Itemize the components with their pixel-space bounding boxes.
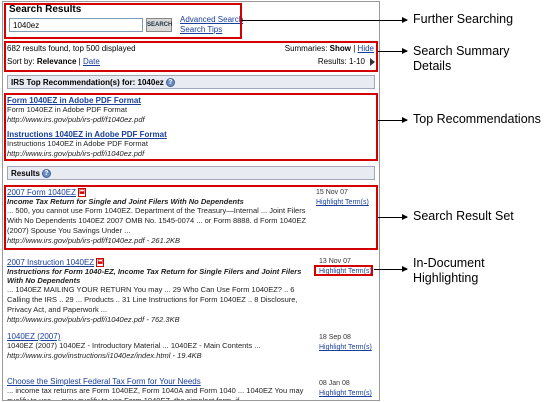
callout-arrow bbox=[374, 266, 408, 272]
result-item-2: 2007 Instruction 1040EZ ⬓ Instructions fo… bbox=[7, 258, 313, 324]
callout-arrow bbox=[378, 48, 408, 54]
search-results-screenshot: Search Results SEARCH Advanced Search Se… bbox=[2, 1, 380, 401]
result-subtitle: Instructions for Form 1040-EZ, Income Ta… bbox=[7, 267, 302, 285]
result-url: http://www.irs.gov/instructions/i1040ez/… bbox=[7, 351, 202, 360]
annotation-box-further-searching bbox=[4, 3, 242, 39]
result-snippet: 1040EZ (2007) 1040EZ - Introductory Mate… bbox=[7, 341, 261, 350]
result-title-link[interactable]: 2007 Instruction 1040EZ bbox=[7, 258, 94, 267]
result-url: http://www.irs.gov/pub/irs-pdf/i1040ez.p… bbox=[7, 315, 180, 324]
callout-arrow bbox=[241, 17, 408, 23]
result-title-link[interactable]: 1040EZ (2007) bbox=[7, 332, 307, 341]
result-item-4: Choose the Simplest Federal Tax Form for… bbox=[7, 377, 307, 401]
annotation-box-top-recommendations bbox=[4, 93, 378, 161]
callout-top-recommendations: Top Recommendations bbox=[413, 112, 541, 126]
highlight-terms-link[interactable]: Highlight Term(s) bbox=[319, 344, 372, 351]
callout-search-summary: Search Summary Details bbox=[413, 44, 510, 73]
result-item-3: 1040EZ (2007) 1040EZ (2007) 1040EZ - Int… bbox=[7, 332, 307, 360]
annotation-box-highlighting bbox=[314, 265, 373, 276]
result-date: 18 Sep 08 bbox=[319, 334, 351, 341]
callout-arrow bbox=[378, 117, 408, 123]
annotation-box-summary bbox=[4, 41, 378, 72]
top-recommendations-title: IRS Top Recommendation(s) for: 1040ez bbox=[11, 78, 164, 87]
results-title: Results bbox=[11, 169, 40, 178]
callout-further-searching: Further Searching bbox=[413, 12, 514, 26]
top-recommendations-header: IRS Top Recommendation(s) for: 1040ez? bbox=[7, 75, 375, 89]
result-date: 13 Nov 07 bbox=[319, 258, 351, 265]
result-date: 08 Jan 08 bbox=[319, 380, 350, 387]
callout-arrow bbox=[378, 214, 408, 220]
help-icon[interactable]: ? bbox=[165, 78, 175, 88]
highlight-terms-link[interactable]: Highlight Term(s) bbox=[319, 390, 372, 397]
result-title-link[interactable]: Choose the Simplest Federal Tax Form for… bbox=[7, 377, 307, 386]
pdf-icon: ⬓ bbox=[96, 258, 105, 267]
result-snippet: ... income tax returns are Form 1040EZ, … bbox=[7, 386, 304, 401]
results-header: Results? bbox=[7, 166, 375, 180]
result-snippet: ... 1040EZ MAILING YOUR RETURN You may .… bbox=[7, 285, 298, 314]
callout-highlighting: In-Document Highlighting bbox=[413, 256, 485, 285]
callout-result-set: Search Result Set bbox=[413, 209, 514, 223]
help-icon[interactable]: ? bbox=[41, 169, 51, 179]
annotation-box-result-set bbox=[4, 185, 378, 250]
